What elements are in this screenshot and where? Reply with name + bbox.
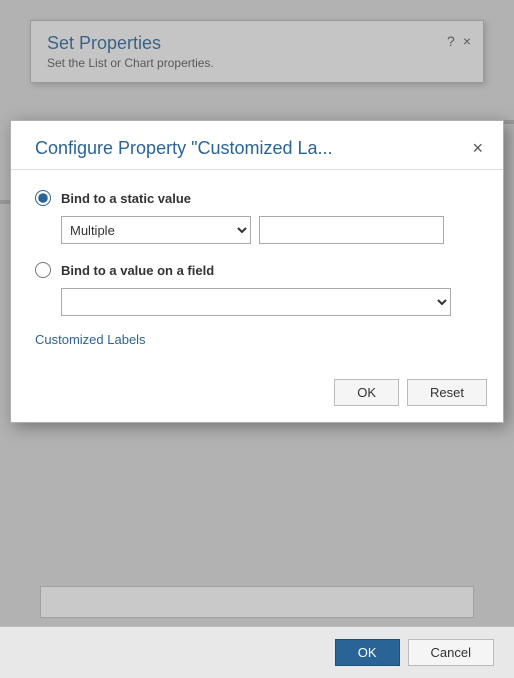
option2-row: Bind to a value on a field <box>35 262 479 278</box>
field-dropdown-row <box>61 288 479 316</box>
bottom-cancel-button[interactable]: Cancel <box>408 639 494 666</box>
reset-button[interactable]: Reset <box>407 379 487 406</box>
header-divider <box>11 169 503 170</box>
customized-labels-link[interactable]: Customized Labels <box>35 332 146 347</box>
option1-row: Bind to a static value <box>35 190 479 206</box>
field-value-select[interactable] <box>61 288 451 316</box>
bottom-ok-button[interactable]: OK <box>335 639 400 666</box>
configure-property-modal: Configure Property "Customized La... × B… <box>10 120 504 423</box>
bind-field-radio[interactable] <box>35 262 51 278</box>
bind-field-label[interactable]: Bind to a value on a field <box>61 263 214 278</box>
static-value-select[interactable]: Multiple Single None <box>61 216 251 244</box>
modal-body: Bind to a static value Multiple Single N… <box>11 180 503 367</box>
modal-header: Configure Property "Customized La... × <box>11 121 503 169</box>
static-value-text-input[interactable] <box>259 216 444 244</box>
ok-button[interactable]: OK <box>334 379 399 406</box>
modal-close-button[interactable]: × <box>468 137 487 159</box>
bind-static-radio[interactable] <box>35 190 51 206</box>
static-value-controls: Multiple Single None <box>61 216 479 244</box>
bottom-bar: OK Cancel <box>0 626 514 678</box>
modal-title: Configure Property "Customized La... <box>35 138 333 159</box>
modal-footer: OK Reset <box>11 367 503 422</box>
bind-static-label[interactable]: Bind to a static value <box>61 191 191 206</box>
